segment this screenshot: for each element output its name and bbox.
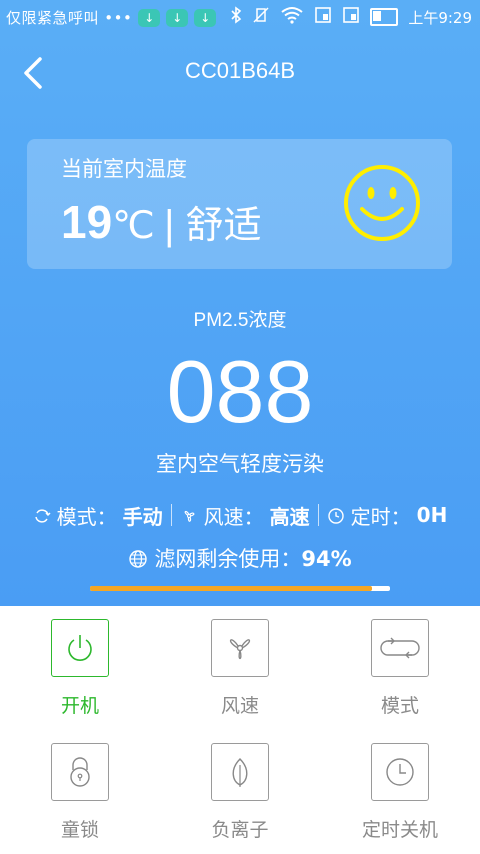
anion-control[interactable]: 负离子 bbox=[160, 730, 320, 854]
comfort-text: 舒适 bbox=[185, 203, 262, 247]
timer-off-control[interactable]: 定时关机 bbox=[320, 730, 480, 854]
timer-value: 0H bbox=[416, 503, 448, 527]
control-grid: 开机 风速 模式 童锁 负离子 定时关机 bbox=[0, 606, 480, 854]
vibrate-off-icon bbox=[252, 6, 270, 28]
pm25-label: PM2.5浓度 bbox=[193, 310, 287, 331]
anion-label: 负离子 bbox=[211, 819, 269, 841]
fan-speed-label: 风速 bbox=[220, 695, 259, 717]
temperature-unit: ℃ bbox=[112, 203, 155, 247]
carrier-text: 仅限紧急呼叫 ••• bbox=[6, 9, 133, 27]
divider bbox=[170, 504, 172, 526]
fan-icon bbox=[180, 506, 198, 524]
download-icon: ↓ bbox=[166, 8, 189, 27]
temperature-label: 当前室内温度 bbox=[61, 157, 187, 181]
child-lock-button[interactable] bbox=[51, 743, 109, 801]
device-info-row: 模式： 手动 风速： 高速 定时： 0H bbox=[0, 500, 480, 530]
speed-value: 高速 bbox=[269, 504, 310, 529]
power-control[interactable]: 开机 bbox=[0, 606, 160, 730]
filter-progress-bar bbox=[90, 586, 390, 591]
timer-off-label: 定时关机 bbox=[361, 819, 438, 841]
filter-progress-fill bbox=[90, 586, 372, 591]
mode-value: 手动 bbox=[122, 504, 163, 529]
wifi-icon bbox=[280, 6, 304, 28]
air-quality-status: 室内空气轻度污染 bbox=[156, 452, 324, 476]
fan-speed-button[interactable] bbox=[211, 619, 269, 677]
pm25-value: 088 bbox=[166, 342, 314, 441]
timer-label: 定时： bbox=[350, 504, 411, 529]
smiley-face-icon bbox=[342, 163, 422, 243]
device-title: CC01B64B bbox=[184, 58, 296, 83]
child-lock-label: 童锁 bbox=[60, 819, 99, 841]
download-icon: ↓ bbox=[194, 8, 217, 27]
power-label: 开机 bbox=[60, 695, 99, 717]
speed-info: 风速： 高速 bbox=[180, 501, 310, 530]
clock-text: 上午9:29 bbox=[408, 8, 472, 27]
globe-icon bbox=[128, 549, 148, 568]
power-button[interactable] bbox=[51, 619, 109, 677]
mode-control[interactable]: 模式 bbox=[320, 606, 480, 730]
download-icon: ↓ bbox=[138, 8, 161, 27]
status-bar: 仅限紧急呼叫 ••• ↓ ↓ ↓ 上午9:29 bbox=[0, 0, 480, 34]
temperature-value: 19 bbox=[61, 196, 113, 248]
temperature-card: 当前室内温度 19 ℃ | 舒适 bbox=[27, 139, 452, 269]
mode-cycle-icon bbox=[33, 506, 51, 524]
mode-info: 模式： 手动 bbox=[33, 501, 163, 530]
mode-button[interactable] bbox=[371, 619, 429, 677]
timer-off-button[interactable] bbox=[371, 743, 429, 801]
mode-label: 模式： bbox=[56, 504, 117, 529]
filter-label: 滤网剩余使用： bbox=[154, 547, 302, 571]
bluetooth-icon bbox=[230, 6, 242, 28]
temperature-line: 19 ℃ | 舒适 bbox=[61, 194, 262, 249]
sim-card-icon bbox=[342, 6, 360, 28]
filter-value: 94% bbox=[301, 547, 352, 571]
battery-icon bbox=[370, 8, 399, 26]
filter-info: 滤网剩余使用：94% bbox=[0, 543, 480, 573]
divider bbox=[317, 504, 319, 526]
anion-button[interactable] bbox=[211, 743, 269, 801]
mode-label-button: 模式 bbox=[380, 695, 419, 717]
sim-card-icon bbox=[314, 6, 332, 28]
temperature-separator: | bbox=[162, 203, 176, 247]
child-lock-control[interactable]: 童锁 bbox=[0, 730, 160, 854]
clock-icon bbox=[327, 506, 345, 524]
status-panel: 仅限紧急呼叫 ••• ↓ ↓ ↓ 上午9:29 CC01B64B 当前室内温度 … bbox=[0, 0, 480, 606]
timer-info: 定时： 0H bbox=[327, 501, 448, 530]
fan-speed-control[interactable]: 风速 bbox=[160, 606, 320, 730]
speed-label: 风速： bbox=[203, 504, 264, 529]
